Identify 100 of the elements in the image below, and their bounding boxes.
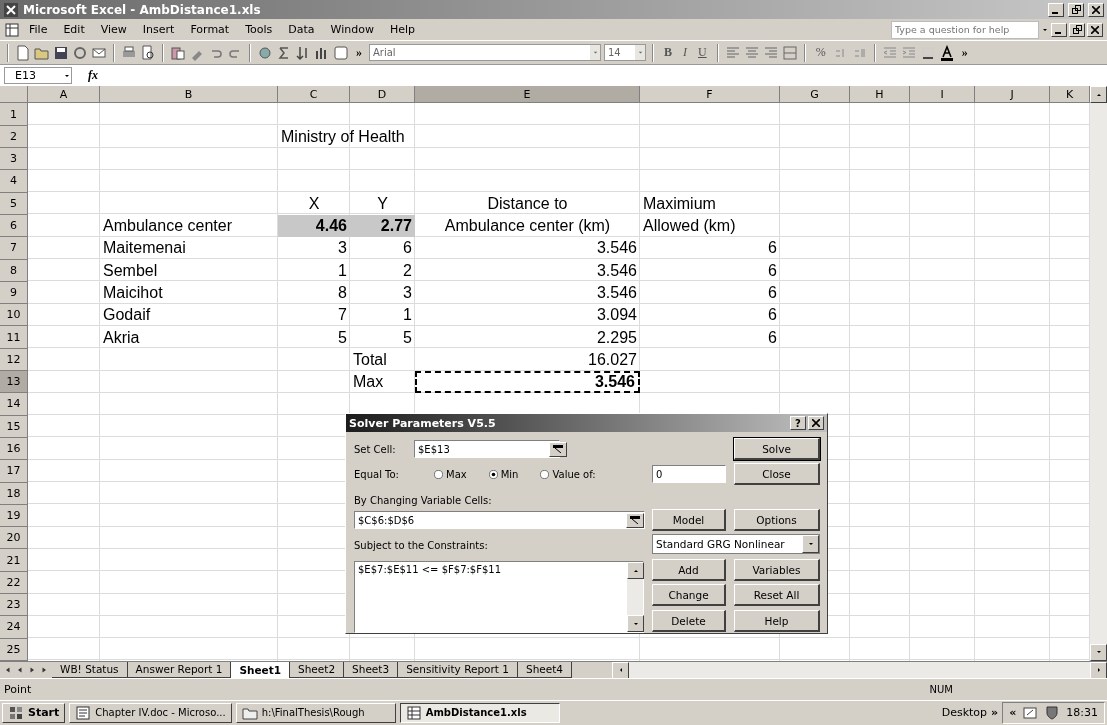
percent-button[interactable]: %	[811, 45, 830, 61]
font-name-field[interactable]: Arial	[369, 44, 601, 62]
row-header[interactable]: 18	[0, 482, 28, 505]
taskbar-button[interactable]: h:\FinalThesis\Rough	[235, 703, 396, 723]
help-search-field[interactable]: Type a question for help	[891, 20, 1039, 39]
row-header[interactable]: 23	[0, 594, 28, 617]
column-header[interactable]: H	[850, 86, 910, 104]
print-preview-icon[interactable]	[140, 44, 156, 61]
row-header[interactable]: 7	[0, 237, 28, 260]
column-header[interactable]: G	[780, 86, 850, 104]
row-header[interactable]: 4	[0, 170, 28, 193]
scroll-up-button[interactable]	[627, 562, 644, 579]
close-icon[interactable]	[1088, 2, 1104, 17]
taskbar-button[interactable]: AmbDistance1.xls	[399, 703, 560, 723]
help-button[interactable]: Help	[734, 610, 820, 632]
row-header[interactable]: 12	[0, 348, 28, 371]
menu-item[interactable]: Window	[323, 21, 381, 39]
sheet-tab[interactable]: Sheet2	[290, 661, 345, 678]
format-button[interactable]: B	[660, 45, 676, 61]
toolbar-overflow-button[interactable]: »	[991, 706, 999, 720]
shield-icon[interactable]	[1044, 705, 1061, 721]
workbook-icon[interactable]	[4, 21, 20, 38]
sheet-tab[interactable]: Sensitivity Report 1	[398, 661, 518, 678]
row-header[interactable]: 6	[0, 214, 28, 238]
column-header[interactable]: A	[28, 86, 100, 104]
select-all-button[interactable]	[0, 86, 28, 104]
sheet-tab[interactable]: Sheet3	[344, 661, 399, 678]
delete-button[interactable]: Delete	[652, 610, 726, 632]
row-header[interactable]: 13	[0, 371, 28, 394]
font-size-field[interactable]: 14	[604, 44, 646, 62]
value-of-field[interactable]: 0	[652, 465, 726, 483]
menu-item[interactable]: Tools	[238, 21, 280, 39]
row-header[interactable]: 9	[0, 281, 28, 305]
row-header[interactable]: 11	[0, 326, 28, 349]
scroll-up-button[interactable]	[1090, 86, 1107, 104]
row-header[interactable]: 1	[0, 103, 28, 126]
column-header[interactable]: J	[975, 86, 1050, 104]
close-button[interactable]: Close	[734, 463, 820, 485]
save-icon[interactable]	[53, 44, 69, 61]
radio-button[interactable]	[540, 470, 550, 479]
paste-icon[interactable]	[170, 44, 186, 61]
format-button[interactable]: U	[694, 45, 711, 61]
name-box[interactable]: E13	[4, 67, 72, 85]
column-header[interactable]: E	[415, 86, 640, 104]
row-header[interactable]: 8	[0, 259, 28, 282]
merge-cells-icon[interactable]	[781, 44, 798, 61]
insert-function-button[interactable]: fx	[88, 68, 98, 84]
reset-all-button[interactable]: Reset All	[734, 584, 820, 606]
menu-item[interactable]: Help	[382, 21, 422, 39]
row-header[interactable]: 17	[0, 460, 28, 483]
row-header[interactable]: 2	[0, 125, 28, 149]
row-header[interactable]: 21	[0, 549, 28, 572]
menu-item[interactable]: File	[22, 21, 55, 39]
minimize-icon[interactable]	[1051, 22, 1067, 37]
scroll-down-button[interactable]	[1090, 643, 1107, 661]
column-header[interactable]: F	[640, 86, 780, 104]
minimize-icon[interactable]	[1048, 2, 1064, 17]
tray-expand-button[interactable]: «	[1009, 706, 1017, 720]
close-icon[interactable]	[808, 416, 824, 430]
sheet-tab[interactable]: Sheet1	[231, 661, 291, 678]
row-header[interactable]: 16	[0, 437, 28, 461]
change-button[interactable]: Change	[652, 584, 726, 606]
row-header[interactable]: 19	[0, 504, 28, 528]
row-header[interactable]: 22	[0, 571, 28, 594]
scroll-right-button[interactable]	[1090, 661, 1107, 679]
close-icon[interactable]	[1087, 22, 1103, 37]
radio-button[interactable]	[488, 470, 498, 479]
row-header[interactable]: 5	[0, 192, 28, 215]
more-buttons[interactable]: »	[352, 45, 366, 61]
variables-button[interactable]: Variables	[734, 559, 820, 581]
menu-item[interactable]: Data	[281, 21, 322, 39]
new-file-icon[interactable]	[15, 44, 31, 61]
column-header[interactable]: D	[350, 86, 415, 104]
radio-button[interactable]	[434, 470, 443, 479]
engine-dropdown[interactable]: Standard GRG Nonlinear	[652, 534, 820, 554]
scroll-left-button[interactable]	[612, 661, 629, 679]
column-header[interactable]: K	[1050, 86, 1090, 104]
row-header[interactable]: 3	[0, 148, 28, 171]
network-icon[interactable]	[1022, 705, 1039, 721]
set-cell-field[interactable]: $E$13	[414, 440, 560, 458]
model-button[interactable]: Model	[652, 509, 726, 531]
row-header[interactable]: 10	[0, 304, 28, 327]
taskbar-button[interactable]: Chapter IV.doc - Microso...	[69, 703, 232, 723]
restore-icon[interactable]	[1068, 2, 1084, 17]
menu-item[interactable]: Format	[183, 21, 237, 39]
sheet-tab[interactable]: Answer Report 1	[127, 661, 232, 678]
solve-button[interactable]: Solve	[734, 438, 820, 460]
row-header[interactable]: 24	[0, 616, 28, 639]
changing-cells-field[interactable]: $C$6:$D$6	[354, 511, 645, 529]
column-header[interactable]: C	[278, 86, 350, 104]
row-header[interactable]: 20	[0, 527, 28, 550]
format-button[interactable]: I	[679, 45, 691, 61]
menu-item[interactable]: Insert	[135, 21, 182, 39]
row-header[interactable]: 15	[0, 415, 28, 438]
start-button[interactable]: Start	[2, 703, 66, 723]
column-header[interactable]: I	[910, 86, 975, 104]
more-buttons[interactable]: »	[957, 45, 972, 61]
row-header[interactable]: 25	[0, 638, 28, 661]
help-button[interactable]: ?	[790, 416, 806, 430]
constraint-item[interactable]: $E$7:$E$11 <= $F$7:$F$11	[358, 564, 502, 575]
